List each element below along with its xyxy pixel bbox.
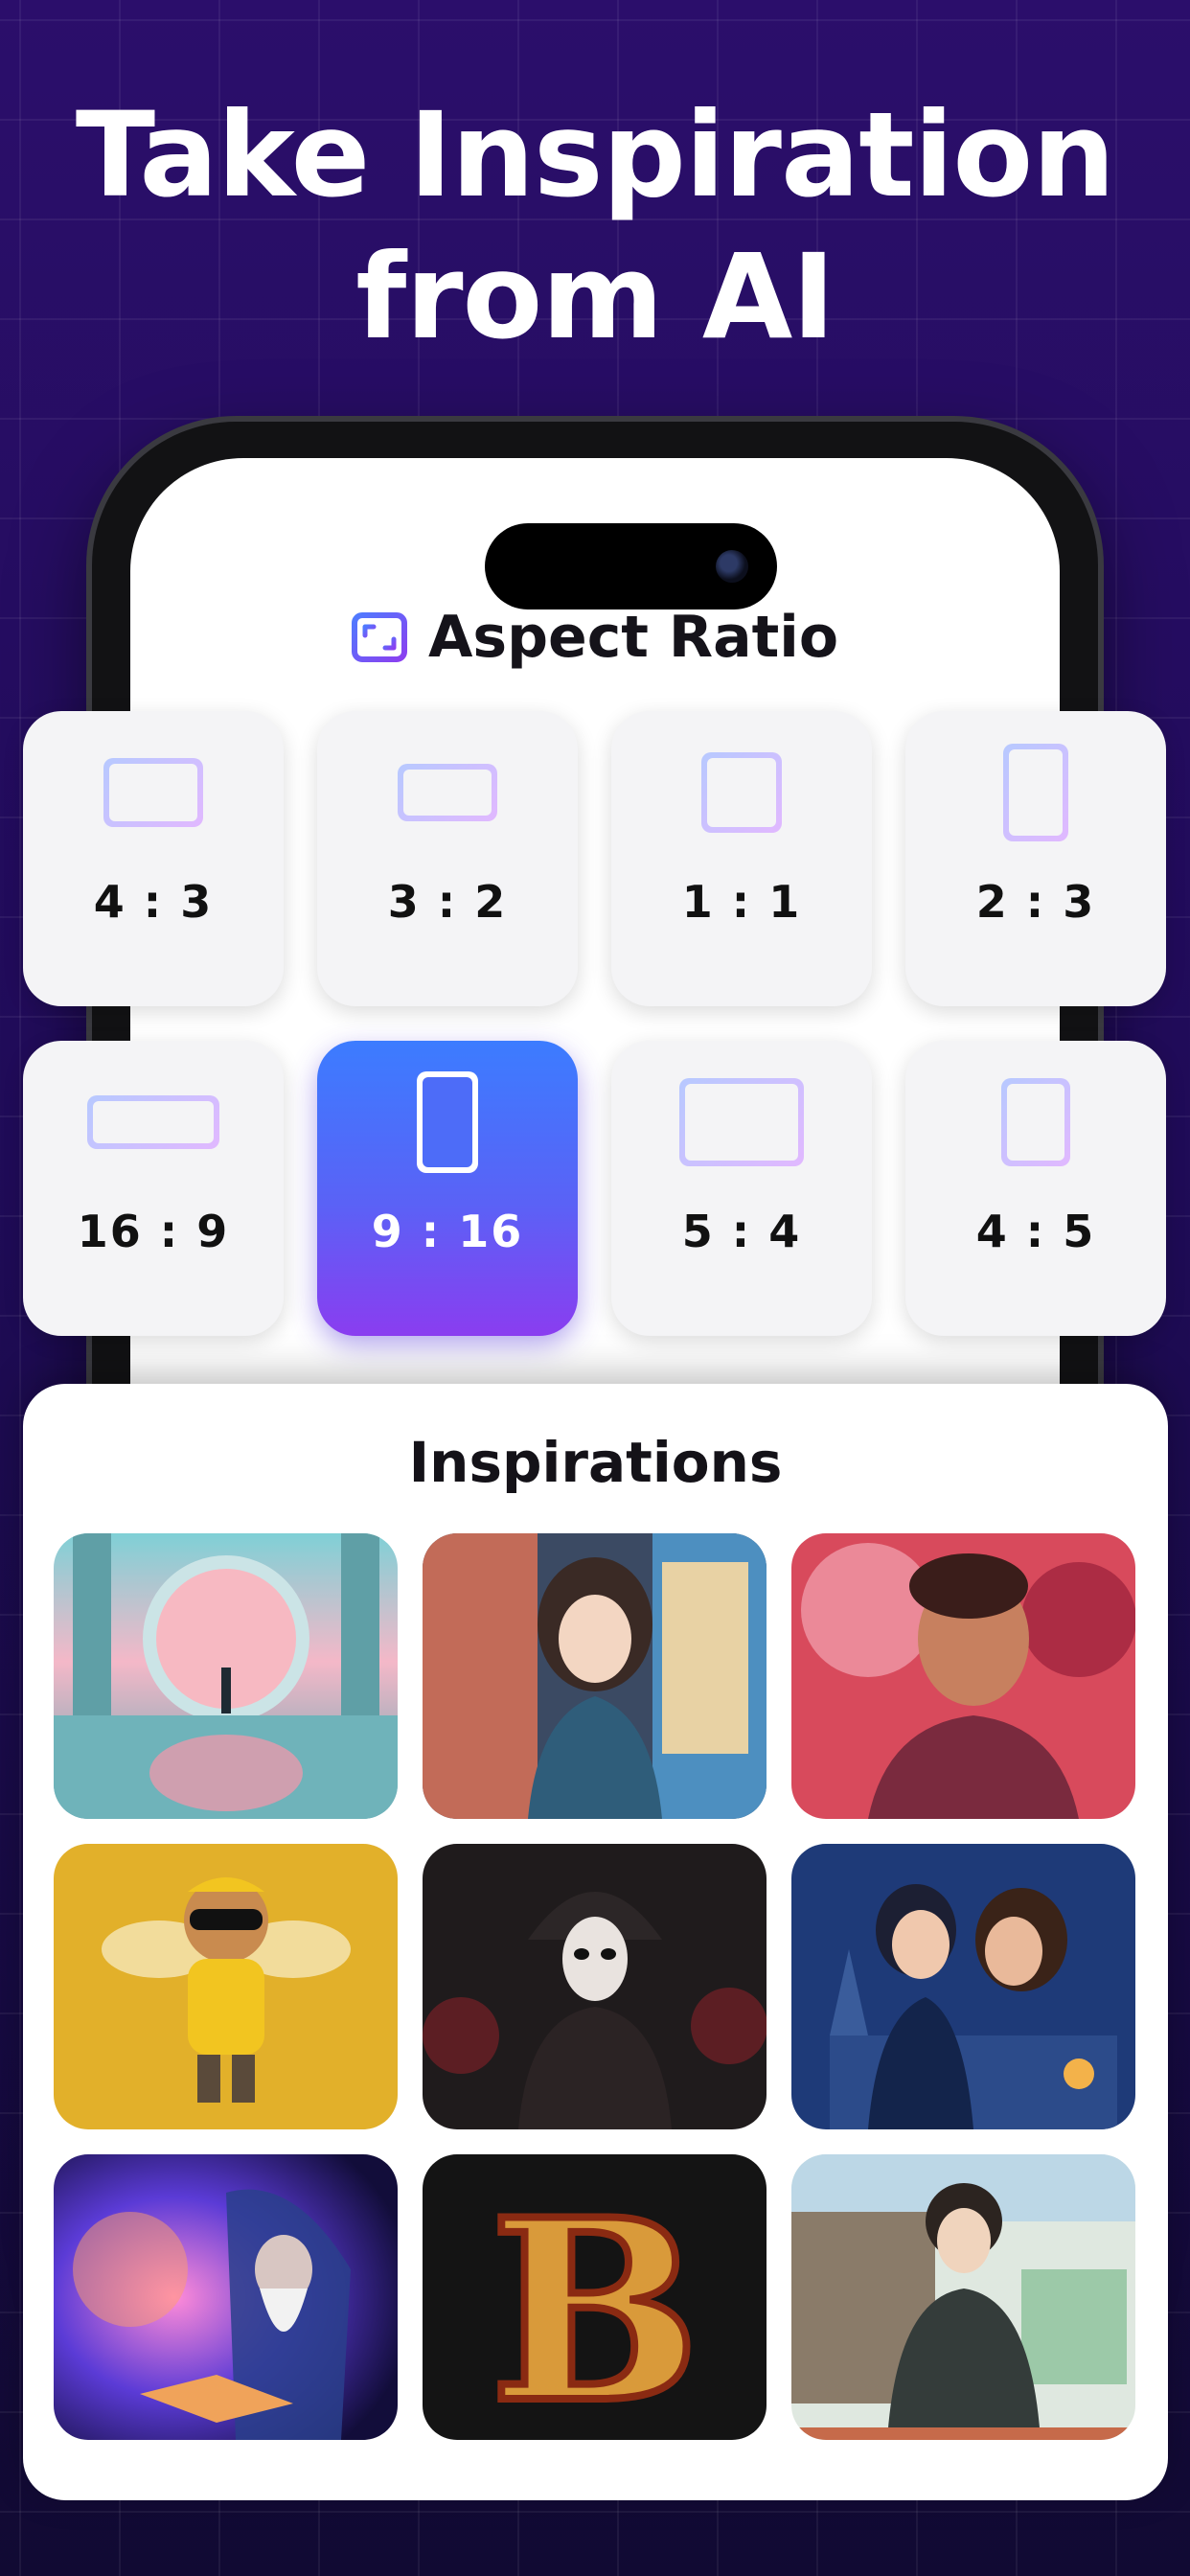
- landscape-frame-icon: [103, 758, 203, 827]
- headline-line-1: Take Inspiration: [75, 87, 1115, 223]
- landscape-frame-icon: [679, 1078, 804, 1166]
- aspect-option-label: 1 : 1: [681, 876, 802, 928]
- aspect-option-4-5[interactable]: 4 : 5: [905, 1041, 1166, 1336]
- aspect-option-16-9[interactable]: 16 : 9: [23, 1041, 284, 1336]
- aspect-ratio-header: Aspect Ratio: [0, 594, 1190, 680]
- portrait-frame-icon: [1001, 1078, 1070, 1166]
- tall-portrait-frame-icon: [417, 1071, 478, 1173]
- portal-reflection-image[interactable]: [54, 1533, 398, 1819]
- aspect-option-5-4[interactable]: 5 : 4: [611, 1041, 872, 1336]
- anime-samurai-image[interactable]: [791, 2154, 1135, 2440]
- landscape-frame-icon: [398, 764, 497, 821]
- square-frame-icon: [701, 752, 782, 833]
- inspirations-grid: B: [54, 1533, 1135, 2440]
- anime-couple-castle-image[interactable]: [791, 1844, 1135, 2129]
- widescreen-frame-icon: [87, 1095, 219, 1149]
- inspirations-panel: Inspirations B: [23, 1384, 1168, 2500]
- aspect-option-label: 16 : 9: [77, 1206, 230, 1257]
- ornate-letter-b-image[interactable]: B: [423, 2154, 767, 2440]
- svg-text:B: B: [490, 2166, 700, 2440]
- aspect-option-label: 4 : 5: [975, 1206, 1096, 1257]
- cartoon-bee-image[interactable]: [54, 1844, 398, 2129]
- aspect-option-label: 9 : 16: [371, 1206, 524, 1257]
- headline-line-2: from AI: [355, 229, 835, 365]
- aspect-option-label: 5 : 4: [681, 1206, 802, 1257]
- aspect-option-3-2[interactable]: 3 : 2: [317, 711, 578, 1006]
- portrait-frame-icon: [1003, 744, 1068, 841]
- wizard-cosmic-book-image[interactable]: [54, 2154, 398, 2440]
- aspect-option-label: 4 : 3: [93, 876, 214, 928]
- aspect-ratio-title: Aspect Ratio: [427, 604, 839, 671]
- aspect-option-2-3[interactable]: 2 : 3: [905, 711, 1166, 1006]
- inspirations-title: Inspirations: [408, 1430, 783, 1495]
- aspect-ratio-options: 4 : 3 3 : 2 1 : 1 2 : 3 16 : 9 9 : 16 5 …: [23, 711, 1168, 1336]
- aspect-ratio-icon: [351, 612, 407, 662]
- masked-woman-image[interactable]: [423, 1844, 767, 2129]
- aspect-option-1-1[interactable]: 1 : 1: [611, 711, 872, 1006]
- camera-icon: [716, 550, 748, 583]
- aspect-option-4-3[interactable]: 4 : 3: [23, 711, 284, 1006]
- aspect-option-label: 3 : 2: [387, 876, 508, 928]
- headline: Take Inspiration from AI: [0, 84, 1190, 368]
- aspect-option-9-16[interactable]: 9 : 16: [317, 1041, 578, 1336]
- anime-girl-vending-image[interactable]: [423, 1533, 767, 1819]
- man-red-splash-image[interactable]: [791, 1533, 1135, 1819]
- aspect-option-label: 2 : 3: [975, 876, 1096, 928]
